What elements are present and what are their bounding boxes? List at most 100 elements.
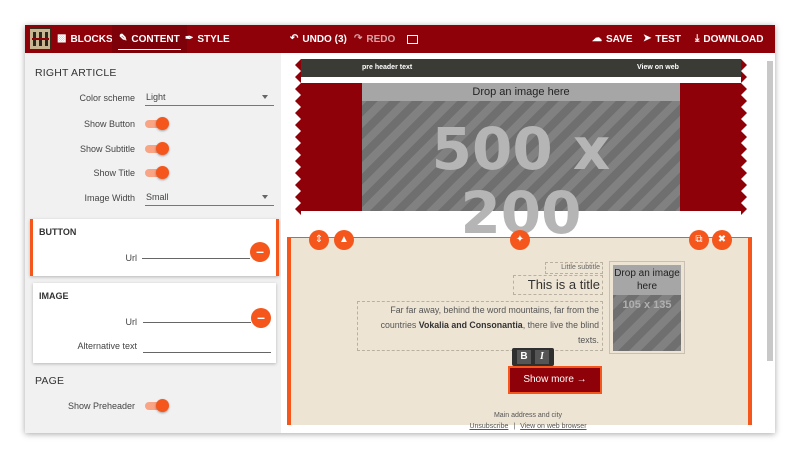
send-icon: ➤ [643,33,652,44]
right-article-block[interactable]: ⇕ ▲ ✦ ⧉ ✖ Little subtitle This is a titl… [287,230,752,425]
brush-icon: ✒ [185,33,194,44]
hero-size-text: 500 x 200 [431,115,611,247]
chevron-down-icon [262,95,268,99]
color-scheme-value: Light [146,92,166,102]
right-zigzag-edge [741,59,747,215]
alt-text-label: Alternative text [77,341,137,351]
redo-label: REDO [366,33,396,45]
italic-button[interactable]: I [535,350,549,364]
copy-icon: ⧉ [695,234,703,245]
view-on-web-link[interactable]: View on web [637,64,679,71]
little-subtitle[interactable]: Little subtitle [545,262,603,274]
hero-image-placeholder[interactable]: Drop an image here 500 x 200 [362,83,680,245]
minus-icon: – [257,309,265,325]
footer-address-line: Main address and city [281,411,775,420]
image-url-remove-button[interactable]: – [251,308,271,328]
undo-button[interactable]: ↶ UNDO (3) [290,25,347,53]
trash-icon: ✖ [717,234,727,245]
page-section-title: PAGE [35,375,65,387]
footer-separator: | [513,423,516,430]
content-tab[interactable]: ✎ CONTENT [112,25,187,53]
style-label: STYLE [197,33,230,45]
blocks-label: BLOCKS [70,33,113,45]
editor-window: ▩ BLOCKS ✎ CONTENT ✒ STYLE ↶ UNDO (3) ↷ … [25,25,775,433]
show-preheader-label: Show Preheader [67,401,135,411]
unsubscribe-link[interactable]: Unsubscribe [469,423,508,430]
image-url-input[interactable] [143,309,251,323]
show-more-button-frame: Show more → [508,366,602,394]
magic-wand-icon: ✦ [515,234,525,245]
redo-button[interactable]: ↷ REDO [354,25,395,53]
download-button[interactable]: ⤓ DOWNLOAD [695,25,763,53]
save-button[interactable]: ☁ SAVE [592,25,633,53]
thumb-image-placeholder[interactable]: Drop an image here 105 x 135 [613,265,681,351]
style-tab[interactable]: ✒ STYLE [185,25,230,53]
app-logo [29,28,51,50]
article-title[interactable]: This is a title [513,275,603,295]
button-card-title: BUTTON [39,227,77,237]
section-title: RIGHT ARTICLE [35,67,117,79]
article-body[interactable]: Far far away, behind the word mountains,… [357,301,603,351]
button-url-input[interactable] [142,245,250,259]
properties-sidebar: RIGHT ARTICLE Color scheme Light Show Bu… [25,53,281,433]
thumb-size-text: 105 x 135 [622,299,672,311]
image-width-select[interactable]: Small [145,190,274,206]
block-settings-button[interactable]: ✦ [510,230,530,250]
preview-scrollbar[interactable] [767,61,773,361]
view-browser-link[interactable]: View on web browser [520,423,586,430]
test-label: TEST [655,33,681,45]
delete-block-button[interactable]: ✖ [712,230,732,250]
show-button-label: Show Button [83,119,135,129]
blocks-icon: ▩ [57,33,67,44]
image-width-label: Image Width [84,193,135,203]
image-icon [407,34,418,44]
up-down-icon: ⇕ [314,234,324,245]
download-icon: ⤓ [695,33,700,44]
image-card-title: IMAGE [39,291,69,301]
preheader-text: pre header text [362,64,413,71]
undo-label: UNDO (3) [302,33,347,45]
article-body-tail: , there live the blind texts. [522,320,599,345]
hero-block[interactable]: Drop an image here 500 x 200 [301,83,741,245]
move-up-button[interactable]: ▲ [334,230,354,250]
show-title-label: Show Title [93,168,135,178]
bold-button[interactable]: B [517,350,531,364]
article-body-bold: Vokalia and Consonantia [418,320,523,330]
chevron-down-icon [262,195,268,199]
footer-links: Unsubscribe | View on web browser [281,422,775,433]
preheader-bar[interactable]: pre header text View on web [301,59,741,77]
image-button[interactable] [407,25,418,53]
show-more-button[interactable]: Show more → [513,370,597,390]
minus-icon: – [256,243,264,259]
thumb-drop-text: Drop an image here [613,265,681,295]
color-scheme-select[interactable]: Light [145,90,274,106]
image-url-label: Url [125,317,138,327]
save-label: SAVE [606,33,633,45]
button-card: BUTTON Url – [30,219,279,276]
show-button-toggle[interactable] [145,117,169,131]
pencil-icon: ✎ [119,33,128,44]
show-title-toggle[interactable] [145,166,169,180]
undo-icon: ↶ [290,33,299,44]
image-card: IMAGE Url – Alternative text [33,283,276,363]
up-icon: ▲ [339,234,349,245]
show-subtitle-label: Show Subtitle [79,144,135,154]
color-scheme-label: Color scheme [79,93,135,103]
redo-icon: ↷ [354,33,363,44]
test-button[interactable]: ➤ TEST [643,25,681,53]
top-toolbar: ▩ BLOCKS ✎ CONTENT ✒ STYLE ↶ UNDO (3) ↷ … [25,25,775,53]
show-preheader-toggle[interactable] [145,399,169,413]
image-width-value: Small [146,192,169,202]
hero-drop-text: Drop an image here [362,83,680,101]
blocks-tab[interactable]: ▩ BLOCKS [57,25,113,53]
button-url-label: Url [125,253,138,263]
alt-text-input[interactable] [143,339,271,353]
duplicate-block-button[interactable]: ⧉ [689,230,709,250]
button-url-remove-button[interactable]: – [250,242,270,262]
footer-address: Main address and city [493,412,563,419]
download-label: DOWNLOAD [703,33,764,45]
move-block-button[interactable]: ⇕ [309,230,329,250]
show-subtitle-toggle[interactable] [145,142,169,156]
content-label: CONTENT [131,33,180,45]
email-preview: pre header text View on web Drop an imag… [281,53,775,433]
